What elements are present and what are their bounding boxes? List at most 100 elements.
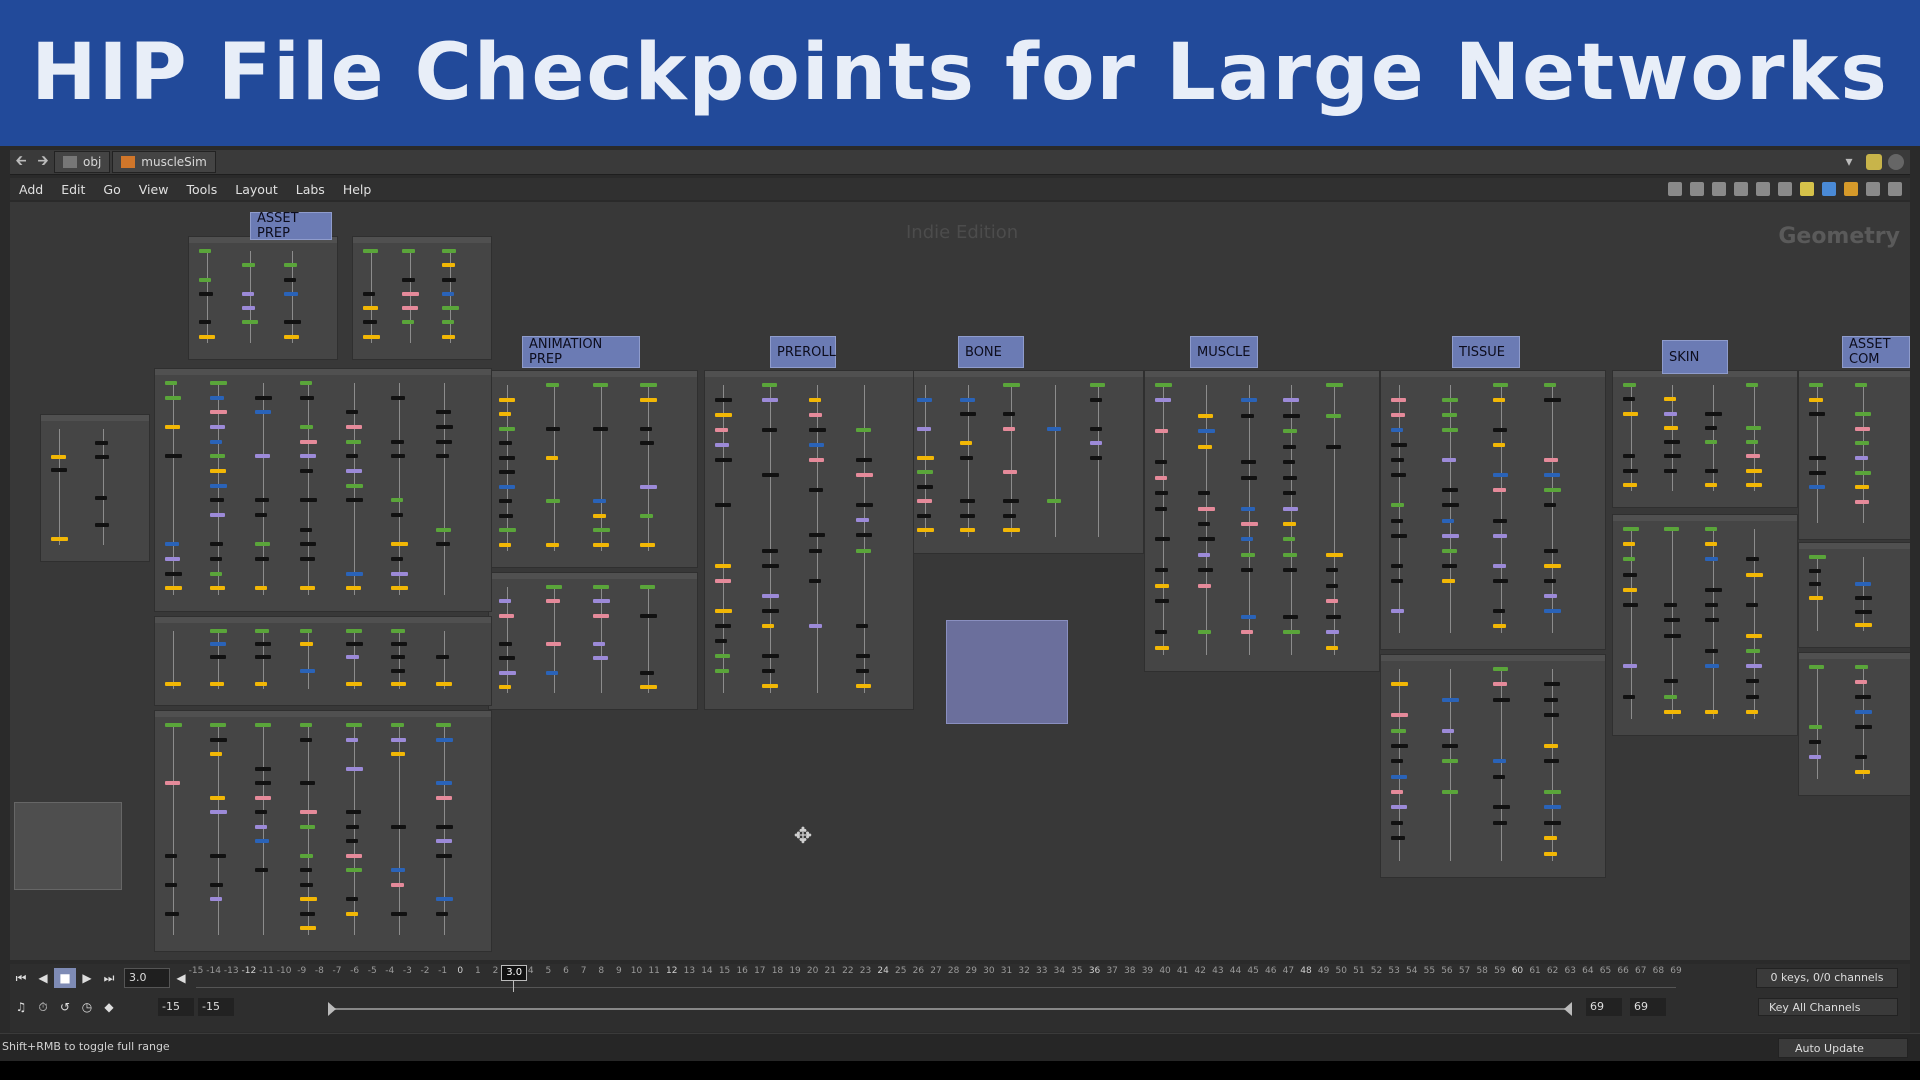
sop-node[interactable]: [1155, 630, 1167, 635]
sop-node[interactable]: [856, 518, 869, 523]
sop-node[interactable]: [1197, 444, 1212, 449]
sop-node[interactable]: [1544, 383, 1556, 387]
sop-node[interactable]: [1283, 429, 1298, 434]
sop-node[interactable]: [1442, 697, 1459, 702]
sop-node[interactable]: [363, 291, 375, 296]
clock-icon[interactable]: ◷: [76, 997, 98, 1017]
sop-node[interactable]: [1746, 425, 1761, 430]
sop-node[interactable]: [345, 839, 358, 844]
sop-node[interactable]: [1664, 618, 1680, 623]
sop-node[interactable]: [546, 426, 560, 431]
sop-node[interactable]: [1664, 454, 1681, 459]
sop-node[interactable]: [241, 320, 258, 325]
sop-node[interactable]: [1623, 572, 1637, 577]
sop-node[interactable]: [1493, 623, 1506, 628]
network-box[interactable]: [154, 616, 492, 706]
sop-node[interactable]: [1155, 599, 1169, 604]
sop-node[interactable]: [499, 455, 515, 460]
menu-view[interactable]: View: [130, 182, 178, 197]
sop-node[interactable]: [210, 439, 223, 444]
sop-node[interactable]: [390, 868, 405, 873]
sop-node[interactable]: [1197, 583, 1211, 588]
range-slider-track[interactable]: [328, 1008, 1572, 1010]
sop-node[interactable]: [255, 781, 272, 786]
sop-node[interactable]: [1155, 568, 1168, 573]
auto-update-dropdown[interactable]: Auto Update: [1778, 1038, 1908, 1058]
sop-node[interactable]: [210, 571, 223, 576]
sop-node[interactable]: [1046, 426, 1061, 431]
sop-node[interactable]: [1197, 506, 1215, 511]
sop-node[interactable]: [300, 642, 314, 647]
sop-node[interactable]: [1442, 503, 1459, 508]
sop-node[interactable]: [300, 381, 313, 385]
sop-node[interactable]: [1240, 614, 1256, 619]
sop-node[interactable]: [856, 668, 869, 673]
sop-node[interactable]: [1283, 522, 1297, 526]
sop-node[interactable]: [210, 897, 223, 902]
sop-node[interactable]: [1391, 728, 1406, 733]
sop-node[interactable]: [1705, 603, 1718, 608]
sop-node[interactable]: [1283, 630, 1301, 635]
sop-node[interactable]: [1283, 444, 1297, 449]
sop-node[interactable]: [762, 473, 779, 478]
sop-node[interactable]: [1391, 836, 1405, 841]
sop-node[interactable]: [1283, 568, 1298, 573]
menu-go[interactable]: Go: [94, 182, 129, 197]
sop-node[interactable]: [1391, 398, 1406, 403]
sop-node[interactable]: [165, 882, 177, 887]
sop-node[interactable]: [1544, 713, 1559, 718]
sop-node[interactable]: [402, 306, 419, 311]
sop-node[interactable]: [499, 397, 515, 402]
sop-node[interactable]: [1544, 608, 1561, 613]
sop-node[interactable]: [165, 454, 182, 459]
sop-node[interactable]: [1442, 548, 1457, 553]
sop-node[interactable]: [435, 439, 452, 444]
network-box[interactable]: [1144, 370, 1380, 672]
sop-node[interactable]: [1623, 694, 1635, 699]
sop-node[interactable]: [1326, 444, 1342, 449]
sop-node[interactable]: [1326, 645, 1339, 650]
sop-node[interactable]: [165, 557, 180, 561]
sop-node[interactable]: [762, 428, 777, 433]
sop-node[interactable]: [1493, 820, 1507, 825]
sop-node[interactable]: [435, 897, 453, 902]
sop-node[interactable]: [300, 454, 317, 459]
keys-channels-field[interactable]: 0 keys, 0/0 channels: [1756, 968, 1898, 988]
sop-node[interactable]: [210, 395, 225, 400]
sop-node[interactable]: [1809, 665, 1824, 669]
sop-node[interactable]: [1664, 425, 1678, 430]
sop-node[interactable]: [1391, 682, 1408, 687]
sop-node[interactable]: [441, 320, 454, 325]
sop-node[interactable]: [345, 911, 358, 916]
sop-node[interactable]: [1544, 578, 1556, 583]
sticky-asset-prep[interactable]: ASSET PREP: [250, 211, 332, 241]
network-canvas[interactable]: Indie Edition Geometry ASSET PREP ANIMAT…: [10, 202, 1910, 960]
sop-node[interactable]: [435, 911, 448, 916]
sop-node[interactable]: [640, 383, 657, 387]
sop-node[interactable]: [762, 563, 779, 568]
menu-labs[interactable]: Labs: [287, 182, 334, 197]
sop-node[interactable]: [809, 548, 822, 553]
sop-node[interactable]: [762, 398, 778, 403]
sop-node[interactable]: [255, 655, 272, 660]
subnet-box[interactable]: [946, 620, 1068, 724]
sop-node[interactable]: [435, 795, 452, 800]
sop-node[interactable]: [1623, 603, 1638, 608]
sop-node[interactable]: [1544, 697, 1558, 702]
sop-node[interactable]: [402, 291, 420, 296]
sop-node[interactable]: [300, 926, 317, 931]
sop-node[interactable]: [345, 469, 362, 473]
sop-node[interactable]: [345, 723, 362, 727]
sop-node[interactable]: [210, 586, 226, 591]
sop-node[interactable]: [255, 629, 270, 633]
sop-node[interactable]: [809, 488, 823, 493]
sop-node[interactable]: [1664, 709, 1681, 714]
sop-node[interactable]: [593, 642, 605, 646]
sop-node[interactable]: [1197, 552, 1210, 557]
sop-node[interactable]: [762, 548, 778, 553]
network-box[interactable]: [352, 236, 492, 360]
menu-add[interactable]: Add: [10, 182, 52, 197]
sop-node[interactable]: [1493, 682, 1507, 687]
sop-node[interactable]: [762, 608, 779, 613]
sop-node[interactable]: [1240, 460, 1256, 465]
